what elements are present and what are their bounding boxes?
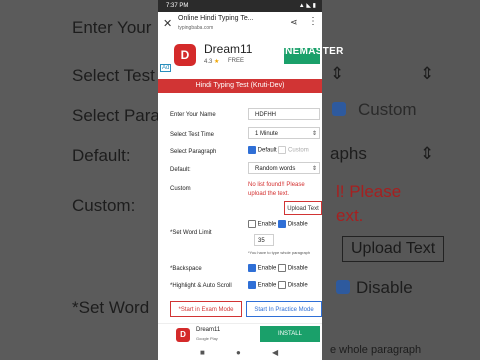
start-practice-mode-button[interactable]: Start In Practice Mode (246, 301, 322, 317)
menu-icon[interactable]: ⋮ (308, 16, 318, 27)
page-url: typingbaba.com (178, 25, 214, 31)
time-label: Select Test Time (170, 132, 214, 138)
upload-text-button[interactable]: Upload Text (284, 201, 322, 215)
bottom-ad-install-button[interactable]: INSTALL (260, 326, 320, 342)
word-limit-enable-checkbox[interactable] (248, 220, 256, 228)
ad-rating-value: 4.3 (204, 59, 213, 65)
backspace-disable-label: Disable (287, 265, 308, 272)
default-select-value: Random words (255, 166, 296, 172)
highlight-enable-checkbox[interactable] (248, 281, 256, 289)
default-option-label: Default (257, 147, 277, 154)
bottom-ad-source: Google Play (196, 336, 218, 341)
bg-label-word: *Set Word (72, 298, 150, 317)
back-icon[interactable]: ◀ (272, 348, 278, 357)
default-select[interactable]: Random words ⇕ (248, 162, 320, 174)
word-limit-input[interactable]: 35 (254, 234, 274, 246)
home-icon[interactable]: ● (236, 348, 241, 357)
bg-checkbox-2 (336, 280, 350, 294)
name-label: Enter Your Name (170, 112, 216, 118)
bg-checkbox (332, 102, 346, 116)
custom-checkbox[interactable] (278, 146, 287, 154)
bottom-ad-name: Dream11 (196, 327, 221, 333)
bg-label-default: Default: (72, 146, 131, 165)
bg-paragraph-fragment: aphs (330, 144, 367, 163)
error-message: No list found!! Please upload the text. (248, 182, 305, 197)
video-watermark: INEMASTER (282, 46, 344, 57)
page-title: Online Hindi Typing Te... (178, 15, 254, 22)
highlight-enable-label: Enable (257, 282, 277, 289)
highlight-disable-checkbox[interactable] (278, 281, 287, 289)
start-exam-mode-button[interactable]: *Start in Exam Mode (170, 301, 242, 317)
backspace-label: *Backspace (170, 266, 202, 272)
bg-disable: Disable (356, 278, 413, 297)
default-label: Default: (170, 167, 191, 173)
default-checkbox[interactable] (248, 146, 256, 154)
ad-marker: Ad (160, 64, 172, 72)
dream11-logo-small: D (176, 328, 190, 342)
custom-option-label: Custom (288, 147, 309, 154)
ad-app-name: Dream11 (204, 42, 253, 56)
name-input[interactable]: HDFHH (248, 108, 320, 120)
word-limit-disable-label: Disable (287, 221, 308, 228)
paragraph-label: Select Paragraph (170, 149, 217, 155)
dropdown-arrow-icon: ⇕ (311, 166, 317, 172)
time-select[interactable]: 1 Minute ⇕ (248, 127, 320, 139)
bottom-ad-banner[interactable]: D Dream11 Google Play INSTALL (158, 323, 322, 346)
dropdown-arrow-icon: ⇕ (311, 131, 317, 137)
bg-arrow-3: ⇕ (420, 144, 435, 163)
word-limit-options: Enable Disable (248, 220, 308, 228)
backspace-disable-checkbox[interactable] (278, 264, 287, 272)
android-navbar: ■ ● ◀ (158, 345, 322, 360)
word-limit-disable-checkbox[interactable] (278, 220, 287, 228)
paragraph-options: Default Custom (248, 146, 309, 154)
ad-rating: 4.3 ★ (204, 58, 219, 65)
word-limit-label: *Set Word Limit (170, 230, 212, 236)
bg-label-para: Select Para (72, 106, 160, 125)
backspace-options: Enable Disable (248, 264, 308, 272)
browser-bar: ✕ Online Hindi Typing Te... typingbaba.c… (158, 12, 322, 37)
status-icons: ▲ ◣ ▮ (298, 3, 316, 9)
status-time: 7:37 PM (166, 3, 189, 9)
star-icon: ★ (214, 59, 220, 65)
test-header: Hindi Typing Test (Kruti-Dev) (158, 79, 322, 93)
share-icon[interactable]: ⋖ (290, 17, 298, 28)
custom-label: Custom (170, 186, 191, 192)
bg-hint: e whole paragraph (330, 344, 422, 356)
bg-label-name: Enter Your (72, 18, 152, 37)
highlight-options: Enable Disable (248, 281, 308, 289)
word-limit-enable-label: Enable (257, 221, 277, 228)
close-icon[interactable]: ✕ (163, 17, 172, 30)
bg-arrow-1: ⇕ (330, 64, 345, 83)
recents-icon[interactable]: ■ (200, 348, 205, 357)
bg-arrow-2: ⇕ (420, 64, 435, 83)
bg-label-test: Select Test (72, 66, 155, 85)
backspace-enable-label: Enable (257, 265, 277, 272)
bg-label-custom: Custom: (72, 196, 136, 215)
ad-price: FREE (228, 58, 245, 64)
highlight-label: *Highlight & Auto Scroll (170, 283, 232, 289)
background-right-panel (322, 0, 480, 360)
bg-upload: Upload Text (342, 236, 445, 262)
time-select-value: 1 Minute (255, 131, 279, 137)
status-bar: 7:37 PM ▲ ◣ ▮ (158, 0, 322, 12)
bg-error-2: ext. (336, 206, 364, 225)
word-limit-hint: *You have to type whole paragraph (248, 250, 311, 255)
highlight-disable-label: Disable (287, 282, 308, 289)
bg-custom-label: Custom (358, 100, 417, 119)
bg-error-1: l! Please (336, 182, 402, 201)
dream11-logo: D (174, 44, 196, 66)
backspace-enable-checkbox[interactable] (248, 264, 256, 272)
